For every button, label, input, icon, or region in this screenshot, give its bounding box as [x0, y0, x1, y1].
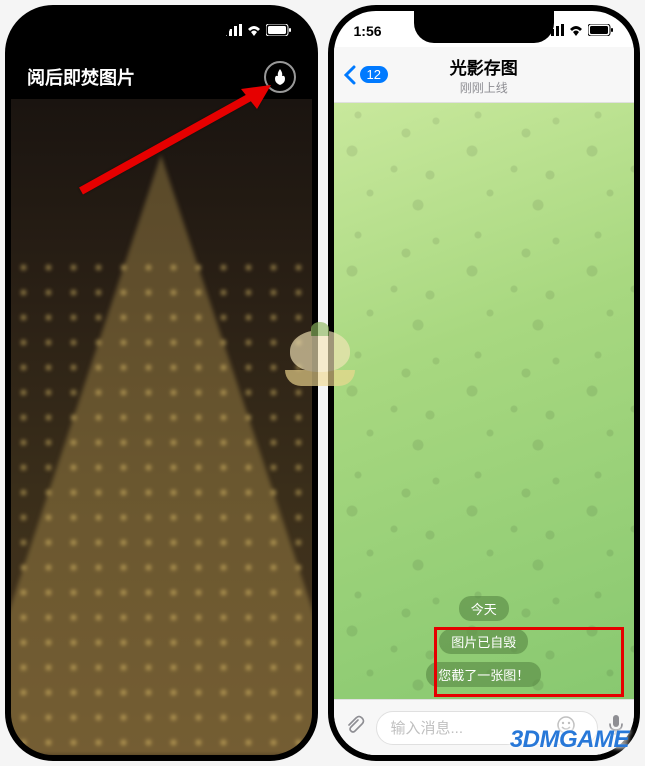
chat-header: 12 光影存图 刚刚上线	[334, 47, 635, 103]
date-separator: 今天	[459, 596, 509, 621]
back-button[interactable]: 12	[344, 65, 388, 85]
chat-message-area[interactable]: 今天 图片已自毁 您截了一张图！	[334, 103, 635, 699]
chevron-left-icon	[344, 65, 356, 85]
annotation-arrow	[71, 81, 291, 206]
site-watermark: 3DMGAME	[510, 726, 629, 754]
chat-online-status: 刚刚上线	[450, 79, 518, 96]
notch	[414, 11, 554, 43]
battery-icon	[588, 23, 614, 39]
unread-count-badge: 12	[360, 66, 388, 83]
attach-icon[interactable]	[344, 714, 366, 742]
input-placeholder: 输入消息...	[391, 717, 464, 738]
chat-title[interactable]: 光影存图	[450, 54, 518, 79]
notch	[91, 11, 231, 43]
status-time: 1:56	[354, 23, 382, 39]
battery-icon	[266, 23, 292, 39]
wifi-icon	[568, 23, 584, 39]
wifi-icon	[246, 23, 262, 39]
avatar-watermark	[280, 330, 360, 410]
system-message-destroyed: 图片已自毁	[439, 629, 528, 654]
phone-right-chat: 1:56 12 光影存图 刚刚上线	[328, 5, 641, 761]
system-message-screenshot: 您截了一张图！	[426, 662, 541, 687]
phone-left-image-viewer: 阅后即焚图片	[5, 5, 318, 761]
